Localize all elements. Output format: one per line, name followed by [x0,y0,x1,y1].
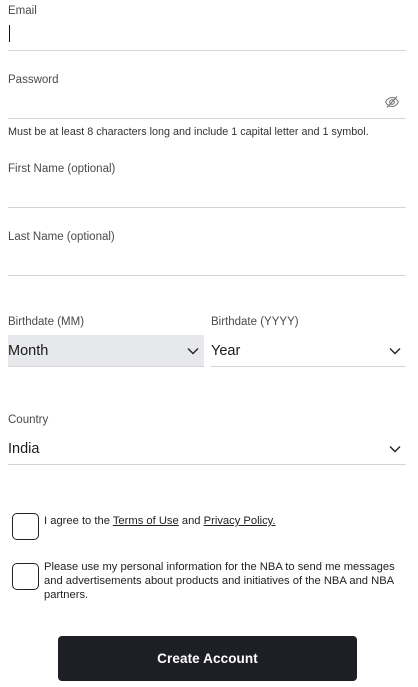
country-value: India [8,440,40,457]
email-underline [8,50,406,51]
birth-year-value: Year [211,342,241,359]
terms-of-use-link[interactable]: Terms of Use [113,515,179,527]
create-account-button[interactable]: Create Account [58,636,357,681]
password-hint: Must be at least 8 characters long and i… [8,126,369,138]
chevron-down-icon [186,344,200,358]
privacy-policy-link[interactable]: Privacy Policy. [204,515,276,527]
first-name-underline [8,207,406,208]
terms-text: I agree to the Terms of Use and Privacy … [44,514,404,528]
terms-prefix: I agree to the [44,515,113,527]
birth-month-select[interactable]: Month [8,335,204,367]
last-name-label: Last Name (optional) [8,231,115,243]
marketing-checkbox[interactable] [12,563,39,590]
marketing-consent-text: Please use my personal information for t… [44,561,395,601]
last-name-underline [8,275,406,276]
first-name-label: First Name (optional) [8,163,116,175]
country-label: Country [8,414,49,426]
email-label: Email [8,5,37,17]
email-input-caret [9,25,10,42]
birth-year-label: Birthdate (YYYY) [211,316,299,328]
terms-checkbox[interactable] [12,513,39,540]
password-underline [8,118,406,119]
chevron-down-icon [388,344,402,358]
birth-year-select[interactable]: Year [211,335,406,367]
chevron-down-icon [388,442,402,456]
birth-month-value: Month [8,342,49,359]
birth-month-label: Birthdate (MM) [8,316,85,328]
password-label: Password [8,74,59,86]
eye-slash-icon[interactable] [384,94,400,110]
country-select[interactable]: India [8,433,406,465]
terms-middle: and [178,515,204,527]
